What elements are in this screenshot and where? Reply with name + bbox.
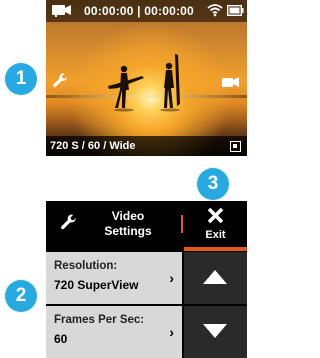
scroll-down-button[interactable] (184, 306, 247, 358)
down-arrow-icon (203, 324, 227, 338)
callout-badge-3: 3 (196, 167, 230, 201)
camera-preview-screen: 00:00:00 | 00:00:00 720 S / 60 / Wide (46, 0, 247, 156)
up-arrow-icon (203, 270, 227, 284)
timecode: 00:00:00 | 00:00:00 (84, 4, 194, 18)
header-divider (181, 215, 183, 233)
scroll-up-button[interactable] (184, 252, 247, 304)
exit-button[interactable]: Exit (184, 201, 247, 247)
surfer-silhouettes (108, 54, 180, 112)
wifi-icon (207, 4, 223, 17)
mode-icon[interactable] (222, 76, 240, 88)
setting-value: 60 (54, 332, 68, 346)
expand-icon[interactable] (230, 141, 241, 152)
setting-label: Frames Per Sec: (54, 314, 145, 326)
video-camera-icon (52, 5, 71, 17)
callout-badge-2: 2 (4, 279, 38, 313)
battery-icon (227, 5, 244, 16)
mode-summary: 720 S / 60 / Wide (50, 140, 136, 152)
chevron-right-icon: › (169, 324, 174, 340)
callout-badge-1: 1 (4, 62, 38, 96)
setting-value: 720 SuperView (54, 278, 139, 292)
setting-label: Resolution: (54, 260, 118, 272)
wrench-icon (61, 214, 76, 230)
exit-underline (184, 247, 247, 251)
wrench-icon[interactable] (52, 72, 69, 89)
mode-summary-bar: 720 S / 60 / Wide (46, 136, 247, 156)
setting-resolution[interactable]: Resolution: 720 SuperView › (46, 252, 182, 304)
setting-frames-per-sec[interactable]: Frames Per Sec: 60 › (46, 306, 182, 358)
chevron-right-icon: › (169, 270, 174, 286)
menu-title: Video Settings (88, 209, 168, 239)
video-settings-screen: Video Settings Exit Resolution: 720 Supe… (46, 201, 247, 358)
exit-label: Exit (205, 229, 226, 241)
menu-title-line1: Video (111, 209, 145, 223)
status-bar: 00:00:00 | 00:00:00 (46, 0, 247, 22)
menu-title-line2: Settings (104, 224, 152, 238)
close-icon (207, 207, 224, 224)
